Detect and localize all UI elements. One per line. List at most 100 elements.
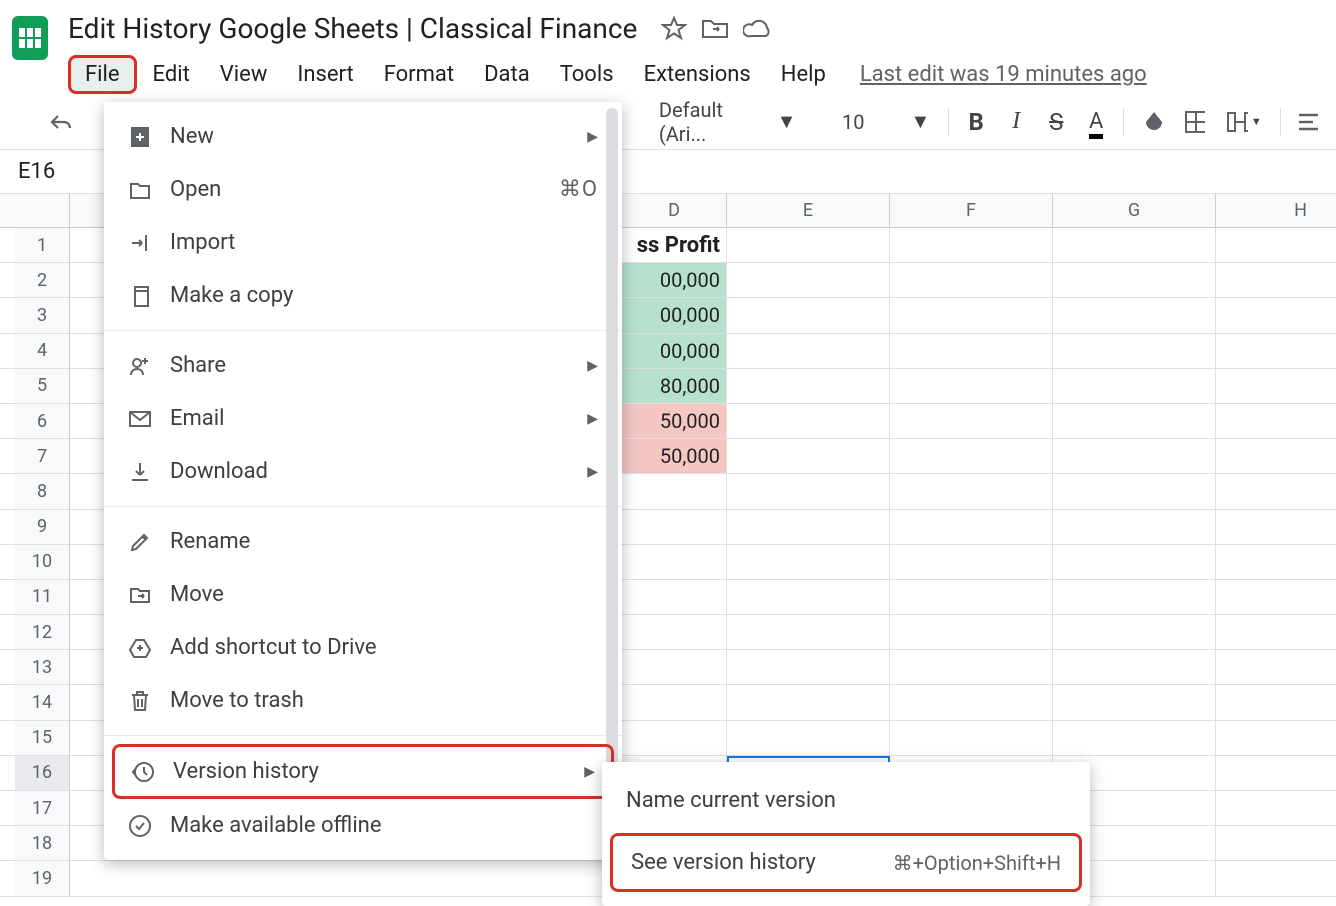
- column-header-h[interactable]: H: [1216, 194, 1336, 228]
- submenu-see-version-history[interactable]: See version history⌘+Option+Shift+H: [610, 833, 1082, 892]
- cell[interactable]: [622, 580, 727, 615]
- cell[interactable]: [622, 685, 727, 720]
- row-header[interactable]: 7: [15, 439, 70, 474]
- row-header[interactable]: 2: [15, 263, 70, 298]
- cell[interactable]: [890, 650, 1053, 685]
- cell[interactable]: [1053, 510, 1216, 545]
- cell[interactable]: [1053, 439, 1216, 474]
- document-title[interactable]: Edit History Google Sheets | Classical F…: [68, 12, 637, 45]
- cell[interactable]: 50,000: [622, 439, 727, 474]
- cell[interactable]: [1053, 228, 1216, 263]
- cell[interactable]: [1216, 580, 1336, 615]
- submenu-name-current-version[interactable]: Name current version: [602, 772, 1090, 829]
- cell[interactable]: [1216, 510, 1336, 545]
- file-menu-new[interactable]: New▶: [104, 110, 622, 163]
- cell[interactable]: [890, 263, 1053, 298]
- cell[interactable]: [1216, 545, 1336, 580]
- cell[interactable]: [1053, 298, 1216, 333]
- cell[interactable]: [727, 369, 890, 404]
- cell[interactable]: [1216, 228, 1336, 263]
- cell[interactable]: [890, 721, 1053, 756]
- cell[interactable]: [1216, 615, 1336, 650]
- menu-view[interactable]: View: [206, 58, 282, 91]
- cell[interactable]: [1216, 721, 1336, 756]
- cell[interactable]: [727, 721, 890, 756]
- column-header-d[interactable]: D: [622, 194, 727, 228]
- move-folder-icon[interactable]: [701, 17, 729, 41]
- cell[interactable]: [1216, 650, 1336, 685]
- file-menu-move-to-trash[interactable]: Move to trash: [104, 674, 622, 727]
- row-header[interactable]: 12: [15, 615, 70, 650]
- cell[interactable]: [1216, 369, 1336, 404]
- undo-button[interactable]: [40, 104, 79, 140]
- menu-extensions[interactable]: Extensions: [630, 58, 765, 91]
- cell[interactable]: [727, 510, 890, 545]
- cell[interactable]: [1216, 263, 1336, 298]
- menu-help[interactable]: Help: [767, 58, 840, 91]
- row-header[interactable]: 4: [15, 334, 70, 369]
- merge-button[interactable]: ▼: [1219, 104, 1270, 140]
- cell[interactable]: [1216, 404, 1336, 439]
- cell[interactable]: [622, 721, 727, 756]
- cell[interactable]: [622, 545, 727, 580]
- row-header[interactable]: 1: [15, 228, 70, 263]
- cell[interactable]: 50,000: [622, 404, 727, 439]
- cell[interactable]: [1216, 474, 1336, 509]
- cell[interactable]: [727, 263, 890, 298]
- cell[interactable]: [1053, 404, 1216, 439]
- cloud-status-icon[interactable]: [743, 18, 773, 40]
- cell[interactable]: [890, 439, 1053, 474]
- cell[interactable]: [1216, 685, 1336, 720]
- cell[interactable]: [890, 228, 1053, 263]
- row-header[interactable]: 8: [15, 474, 70, 509]
- cell[interactable]: [727, 545, 890, 580]
- row-header[interactable]: 15: [15, 721, 70, 756]
- cell[interactable]: [727, 615, 890, 650]
- cell[interactable]: [727, 298, 890, 333]
- menu-file[interactable]: File: [68, 55, 137, 94]
- cell[interactable]: [1216, 826, 1336, 861]
- file-menu-add-shortcut-to-drive[interactable]: Add shortcut to Drive: [104, 621, 622, 674]
- row-header[interactable]: 11: [15, 580, 70, 615]
- cell[interactable]: [727, 334, 890, 369]
- cell[interactable]: [1053, 474, 1216, 509]
- file-menu-make-a-copy[interactable]: Make a copy: [104, 269, 622, 322]
- cell[interactable]: [727, 474, 890, 509]
- cell[interactable]: [890, 334, 1053, 369]
- cell[interactable]: [727, 439, 890, 474]
- row-header[interactable]: 19: [15, 861, 70, 896]
- row-header[interactable]: 18: [15, 826, 70, 861]
- fill-color-button[interactable]: [1134, 104, 1171, 140]
- cell[interactable]: 00,000: [622, 263, 727, 298]
- cell[interactable]: [1216, 861, 1336, 896]
- row-header[interactable]: 17: [15, 791, 70, 826]
- borders-button[interactable]: [1177, 104, 1212, 140]
- cell[interactable]: [890, 615, 1053, 650]
- cell[interactable]: [727, 580, 890, 615]
- file-menu-make-available-offline[interactable]: Make available offline: [104, 799, 622, 852]
- cell[interactable]: [1216, 334, 1336, 369]
- row-header[interactable]: 3: [15, 298, 70, 333]
- cell[interactable]: [622, 650, 727, 685]
- strikethrough-button[interactable]: S: [1039, 104, 1073, 140]
- row-header[interactable]: 5: [15, 369, 70, 404]
- cell[interactable]: [727, 404, 890, 439]
- menu-insert[interactable]: Insert: [283, 58, 367, 91]
- file-menu-import[interactable]: Import: [104, 216, 622, 269]
- row-header[interactable]: 9: [15, 510, 70, 545]
- cell[interactable]: [1216, 439, 1336, 474]
- cell[interactable]: [890, 474, 1053, 509]
- row-header[interactable]: 16: [15, 756, 70, 791]
- cell[interactable]: [1216, 756, 1336, 791]
- text-color-button[interactable]: A: [1079, 104, 1113, 140]
- cell[interactable]: 00,000: [622, 334, 727, 369]
- menu-tools[interactable]: Tools: [546, 58, 628, 91]
- file-menu-rename[interactable]: Rename: [104, 515, 622, 568]
- file-menu-version-history[interactable]: Version history▶: [112, 744, 614, 799]
- cell[interactable]: 80,000: [622, 369, 727, 404]
- last-edit-link[interactable]: Last edit was 19 minutes ago: [860, 62, 1147, 87]
- bold-button[interactable]: B: [959, 104, 993, 140]
- cell[interactable]: [622, 474, 727, 509]
- sheets-logo[interactable]: [12, 16, 56, 60]
- menu-format[interactable]: Format: [370, 58, 468, 91]
